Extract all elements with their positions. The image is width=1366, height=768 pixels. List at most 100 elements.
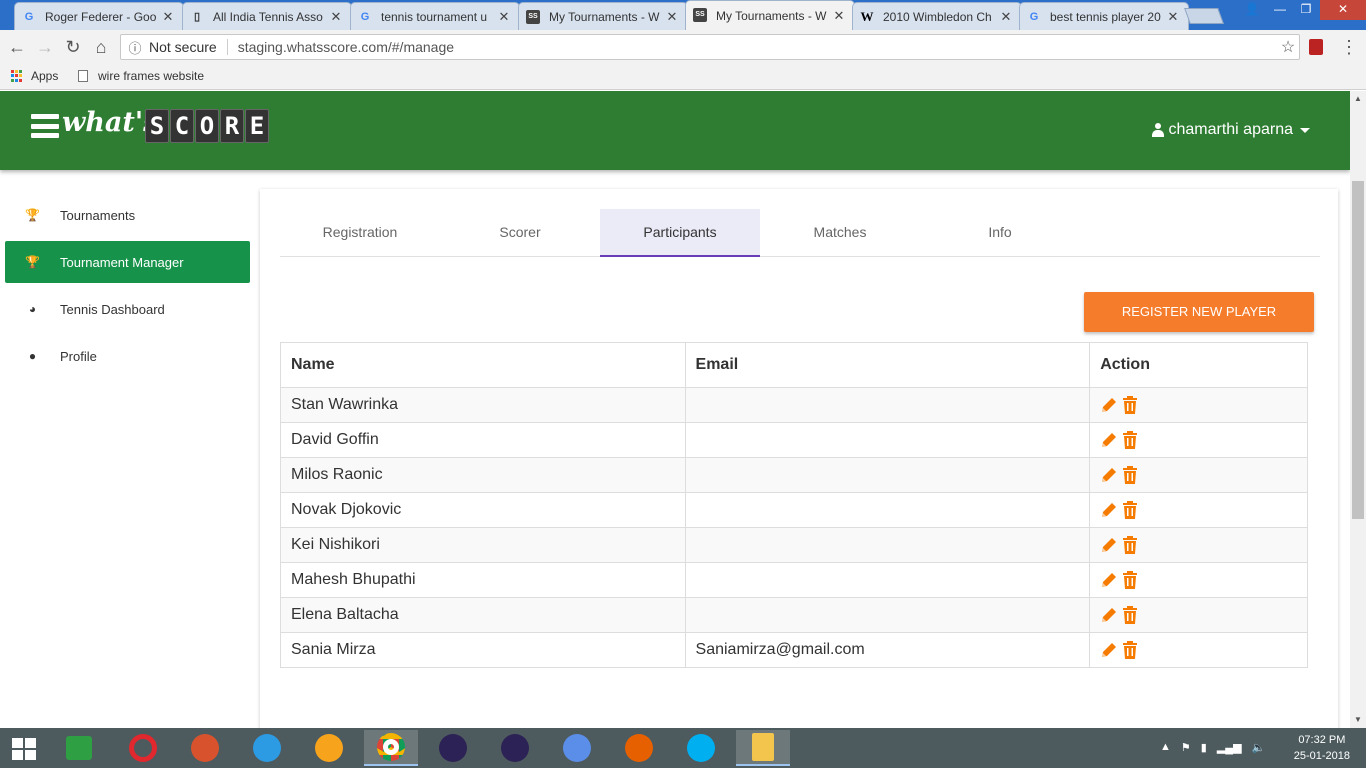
edit-pencil-icon[interactable] [1100,466,1118,484]
user-icon [1152,123,1165,137]
table-row: Kei Nishikori [280,527,1308,563]
store-app-icon[interactable] [52,730,106,766]
apps-grid-icon [11,70,23,82]
delete-trash-icon[interactable] [1122,396,1138,414]
participant-name: Sania Mirza [280,632,686,668]
firefox-app-icon[interactable] [612,730,666,766]
sidebar-item-profile[interactable]: ● Profile [5,335,250,377]
delete-trash-icon[interactable] [1122,431,1138,449]
tab-participants[interactable]: Participants [600,209,760,257]
edit-pencil-icon[interactable] [1100,571,1118,589]
back-icon[interactable]: ← [6,36,28,58]
tab-registration[interactable]: Registration [280,209,440,257]
signal-icon[interactable]: ▂▄▆ [1217,741,1242,754]
bookmark-star-icon[interactable]: ☆ [1277,37,1299,57]
browser-tab-6[interactable]: W 2010 Wimbledon Ch ✕ [852,2,1022,30]
browser-menu-icon[interactable]: ⋮ [1340,36,1358,58]
browser-tab-7[interactable]: G best tennis player 20 ✕ [1019,2,1189,30]
network-error-icon[interactable]: ⚑ [1181,741,1191,754]
close-tab-icon[interactable]: ✕ [497,9,511,25]
bookmark-wireframes[interactable]: wire frames website [78,69,204,83]
scroll-down-arrow-icon[interactable]: ▼ [1350,712,1366,728]
close-tab-icon[interactable]: ✕ [161,9,175,25]
chromium-app-icon[interactable] [550,730,604,766]
page-icon: ▯ [193,11,201,23]
extension-icon[interactable] [1309,39,1323,55]
forward-icon[interactable]: → [34,36,56,58]
delete-trash-icon[interactable] [1122,501,1138,519]
user-menu[interactable]: chamarthi aparna [1152,121,1310,139]
chrome-app-icon[interactable] [364,730,418,766]
participant-email [684,422,1091,458]
hamburger-menu-icon[interactable] [31,114,59,138]
close-tab-icon[interactable]: ✕ [999,9,1013,25]
reload-icon[interactable]: ↻ [62,36,84,58]
participant-actions [1089,422,1308,458]
edit-pencil-icon[interactable] [1100,431,1118,449]
sidebar-item-tournaments[interactable]: 🏆 Tournaments [5,194,250,236]
home-icon[interactable]: ⌂ [90,36,112,58]
eclipse-app-icon[interactable] [426,730,480,766]
delete-trash-icon[interactable] [1122,466,1138,484]
tournament-tabs: Registration Scorer Participants Matches… [280,209,1320,257]
edit-pencil-icon[interactable] [1100,396,1118,414]
delete-trash-icon[interactable] [1122,641,1138,659]
delete-trash-icon[interactable] [1122,606,1138,624]
tab-scorer[interactable]: Scorer [440,209,600,257]
participant-actions [1089,597,1308,633]
close-tab-icon[interactable]: ✕ [665,9,679,25]
windows-start-icon[interactable] [12,738,36,760]
battery-icon[interactable]: ▮ [1201,741,1207,754]
page-scrollbar[interactable]: ▲ ▼ [1350,91,1366,728]
info-icon[interactable]: ⓘ [125,38,145,57]
browser-tab-5-active[interactable]: SS My Tournaments - W ✕ [685,0,855,30]
scrollbar-thumb[interactable] [1352,181,1364,519]
delete-trash-icon[interactable] [1122,571,1138,589]
clock[interactable]: 07:32 PM 25-01-2018 [1294,732,1350,764]
jmeter-app-icon[interactable] [178,730,232,766]
edit-pencil-icon[interactable] [1100,536,1118,554]
tab-matches[interactable]: Matches [760,209,920,257]
delete-trash-icon[interactable] [1122,536,1138,554]
close-tab-icon[interactable]: ✕ [329,9,343,25]
browser-tab-3[interactable]: G tennis tournament u ✕ [350,2,520,30]
close-tab-icon[interactable]: ✕ [832,8,846,24]
tab-title: 2010 Wimbledon Ch [883,9,992,24]
minimize-icon[interactable]: — [1266,0,1294,20]
new-tab-button[interactable] [1184,8,1224,24]
show-hidden-icons-icon[interactable]: ▲ [1160,741,1171,754]
app-p-icon[interactable] [302,730,356,766]
sidebar-item-tournament-manager[interactable]: 🏆 Tournament Manager [5,241,250,283]
sidebar-item-tennis-dashboard[interactable]: ◕ Tennis Dashboard [5,288,250,330]
trophy-icon: 🏆 [25,208,40,222]
close-tab-icon[interactable]: ✕ [1166,9,1180,25]
table-row: Sania Mirza Saniamirza@gmail.com [280,632,1308,668]
scroll-up-arrow-icon[interactable]: ▲ [1350,91,1366,107]
url-text[interactable]: staging.whatsscore.com/#/manage [228,39,1277,55]
opera-app-icon[interactable] [116,730,170,766]
edit-pencil-icon[interactable] [1100,641,1118,659]
browser-tab-4[interactable]: SS My Tournaments - W ✕ [518,2,688,30]
browser-tab-1[interactable]: G Roger Federer - Goo ✕ [14,2,184,30]
profile-icon[interactable]: 👤 [1238,0,1266,20]
participant-actions [1089,632,1308,668]
eclipse-app-icon-2[interactable] [488,730,542,766]
tab-info[interactable]: Info [920,209,1080,257]
skype-app-icon[interactable] [674,730,728,766]
participant-email [684,527,1091,563]
file-explorer-app-icon[interactable] [736,730,790,766]
volume-icon[interactable]: 🔈 [1252,741,1266,754]
edit-pencil-icon[interactable] [1100,606,1118,624]
browser-tab-2[interactable]: ▯ All India Tennis Asso ✕ [182,2,352,30]
participant-email [684,387,1091,423]
wikipedia-icon: W [860,9,874,24]
whatsscore-favicon-icon: SS [693,8,707,22]
bookmark-apps[interactable]: Apps [11,69,58,83]
close-window-icon[interactable]: ✕ [1320,0,1366,20]
edit-pencil-icon[interactable] [1100,501,1118,519]
google-icon: G [360,11,370,23]
restore-icon[interactable]: ❐ [1292,0,1320,20]
address-bar[interactable]: ⓘ Not secure staging.whatsscore.com/#/ma… [120,34,1300,60]
ie-app-icon[interactable] [240,730,294,766]
register-new-player-button[interactable]: REGISTER NEW PLAYER [1084,292,1314,332]
